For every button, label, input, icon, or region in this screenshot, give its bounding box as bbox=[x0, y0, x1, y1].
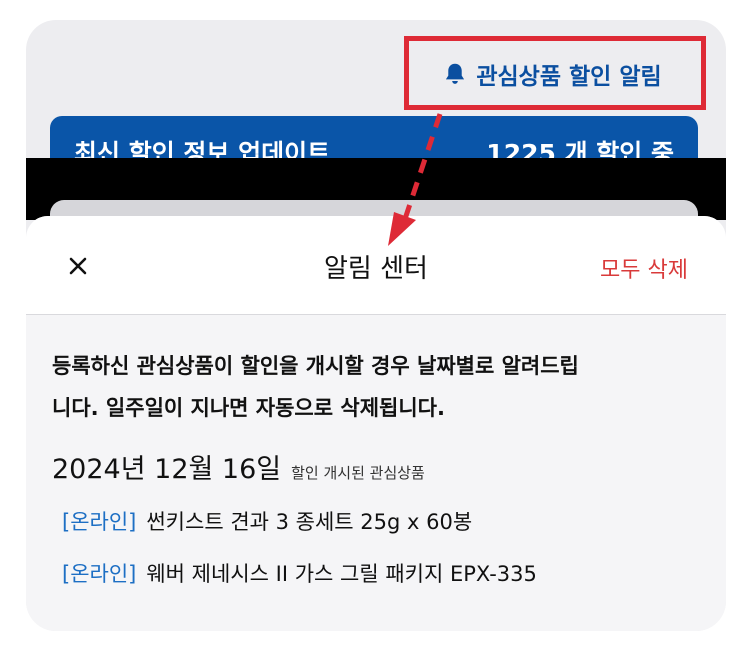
intro-line-1: 등록하신 관심상품이 할인을 개시할 경우 날짜별로 알려드립 bbox=[52, 354, 579, 378]
list-item[interactable]: [온라인] 썬키스트 견과 3 종세트 25g x 60봉 bbox=[62, 506, 700, 536]
item-tag: [온라인] bbox=[62, 510, 137, 534]
intro-text: 등록하신 관심상품이 할인을 개시할 경우 날짜별로 알려드립 니다. 일주일이… bbox=[52, 345, 700, 429]
group-date: 2024년 12월 16일 bbox=[52, 454, 282, 485]
list-item[interactable]: [온라인] 웨버 제네시스 II 가스 그릴 패키지 EPX-335 bbox=[62, 558, 700, 588]
intro-line-2: 니다. 일주일이 지나면 자동으로 삭제됩니다. bbox=[52, 396, 445, 420]
item-name: 웨버 제네시스 II 가스 그릴 패키지 EPX-335 bbox=[146, 562, 537, 586]
delete-all-button[interactable]: 모두 삭제 bbox=[600, 252, 688, 284]
highlight-box bbox=[404, 36, 706, 110]
notification-center-sheet: 알림 센터 모두 삭제 등록하신 관심상품이 할인을 개시할 경우 날짜별로 알… bbox=[26, 216, 726, 631]
sheet-body: 등록하신 관심상품이 할인을 개시할 경우 날짜별로 알려드립 니다. 일주일이… bbox=[26, 315, 726, 588]
group-subtitle: 할인 개시된 관심상품 bbox=[291, 464, 425, 482]
item-name: 썬키스트 견과 3 종세트 25g x 60봉 bbox=[146, 510, 473, 534]
sheet-header: 알림 센터 모두 삭제 bbox=[26, 216, 726, 315]
item-tag: [온라인] bbox=[62, 562, 137, 586]
date-group-header: 2024년 12월 16일 할인 개시된 관심상품 bbox=[52, 447, 700, 486]
